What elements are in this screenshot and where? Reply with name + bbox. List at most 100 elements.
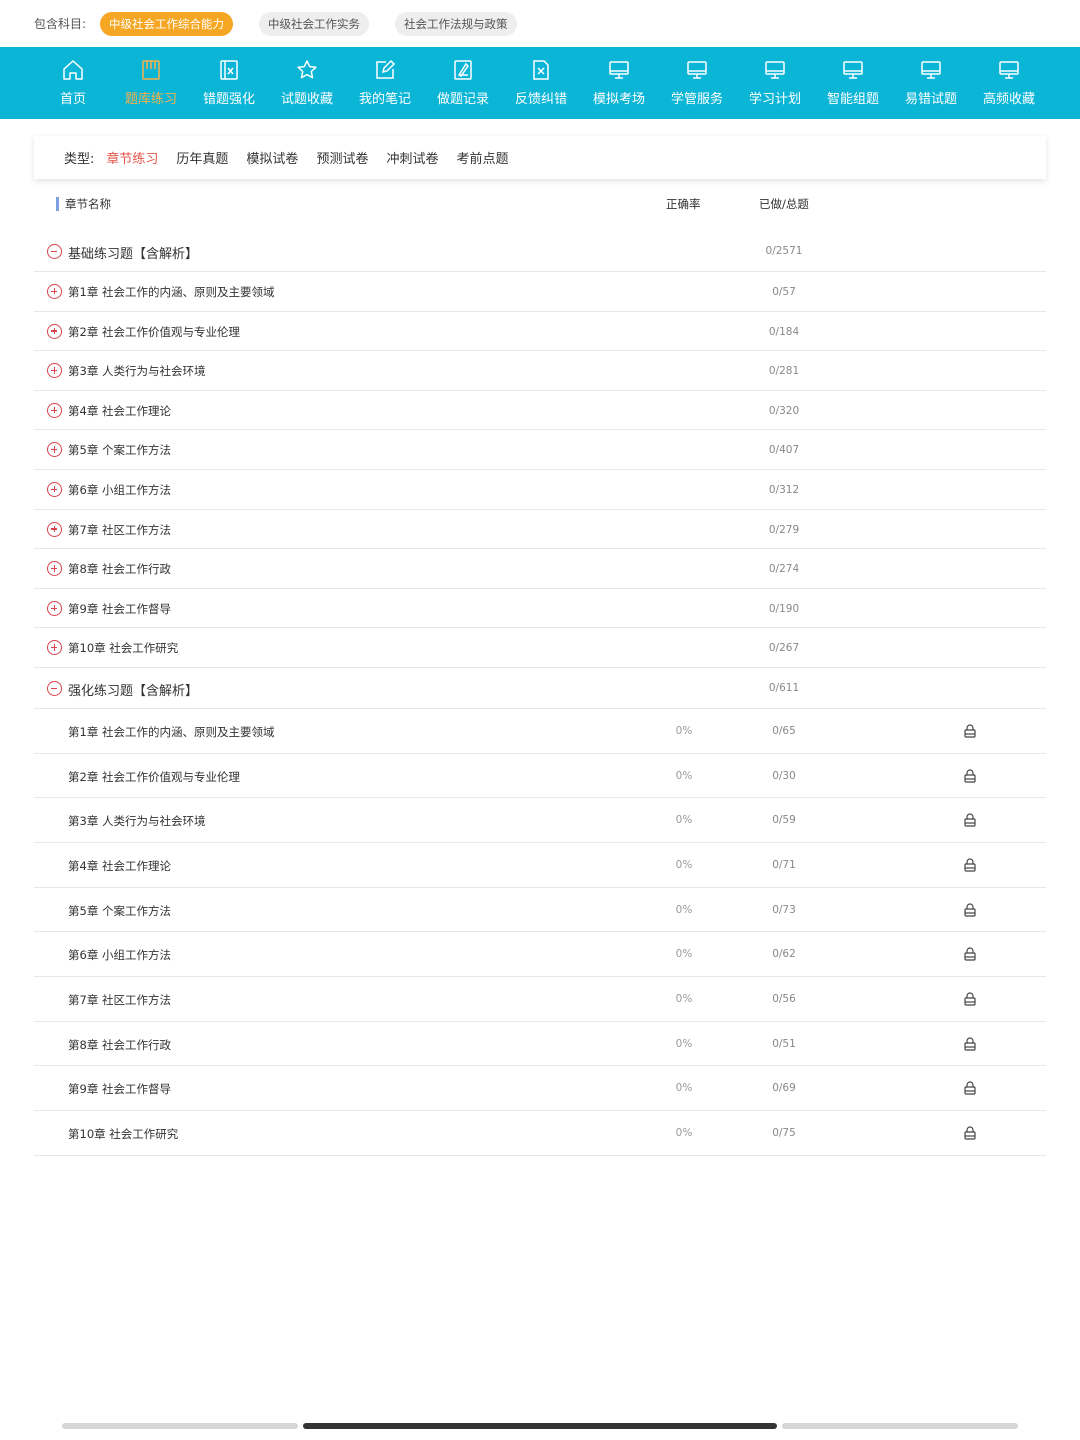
nav-item-smart-compose[interactable]: 智能组题 — [814, 47, 892, 119]
lock-icon[interactable] — [964, 903, 976, 917]
monitor-icon — [765, 61, 785, 79]
chapter-accuracy: 0% — [675, 903, 693, 916]
page-indicator-left[interactable] — [62, 1423, 298, 1429]
nav-label: 反馈纠错 — [514, 92, 567, 107]
chapter-row[interactable]: 第6章 小组工作方法 0/312 — [34, 470, 1046, 510]
sub-chapter-row[interactable]: 第7章 社区工作方法 0% 0/56 — [34, 977, 1046, 1022]
chapter-row[interactable]: 第10章 社会工作研究 0/267 — [34, 628, 1046, 668]
expand-icon[interactable] — [47, 363, 62, 379]
collapse-icon[interactable] — [47, 244, 62, 259]
lock-icon[interactable] — [964, 947, 976, 961]
chapter-count: 0/320 — [768, 404, 800, 417]
sub-chapter-row[interactable]: 第6章 小组工作方法 0% 0/62 — [34, 932, 1046, 978]
chapter-row[interactable]: 第3章 人类行为与社会环境 0/281 — [34, 351, 1046, 391]
page-indicator-current[interactable] — [303, 1423, 777, 1429]
nav-label: 智能组题 — [826, 92, 879, 107]
chapter-row[interactable]: 第7章 社区工作方法 0/279 — [34, 510, 1046, 550]
nav-item-student-service[interactable]: 学管服务 — [658, 47, 736, 119]
sub-chapter-row[interactable]: 第2章 社会工作价值观与专业伦理 0% 0/30 — [34, 754, 1046, 799]
lock-icon[interactable] — [964, 769, 976, 783]
chapter-accuracy: 0% — [675, 814, 693, 827]
nav-item-mock-exam[interactable]: 模拟考场 — [580, 47, 658, 119]
nav-item-question-bank[interactable]: 题库练习 — [112, 47, 190, 119]
lock-icon[interactable] — [964, 1081, 976, 1096]
col-chapter-name: 章节名称 — [65, 197, 111, 211]
chapter-title: 第4章 社会工作理论 — [68, 859, 171, 873]
nav-label: 错题强化 — [202, 92, 255, 107]
sub-chapter-row[interactable]: 第4章 社会工作理论 0% 0/71 — [34, 843, 1046, 888]
chapter-accuracy: 0% — [675, 948, 693, 961]
chapter-accuracy: 0% — [675, 724, 693, 737]
group-row-basic[interactable]: 基础练习题【含解析】 0/2571 — [34, 231, 1046, 272]
collapse-icon[interactable] — [47, 680, 62, 696]
chapter-row[interactable]: 第8章 社会工作行政 0/274 — [34, 549, 1046, 589]
subject-label: 包含科目: — [34, 17, 87, 31]
type-pre-exam-tips[interactable]: 考前点题 — [456, 148, 508, 167]
chapter-title: 第7章 社区工作方法 — [68, 993, 171, 1008]
expand-icon[interactable] — [47, 640, 62, 656]
nav-item-study-plan[interactable]: 学习计划 — [736, 47, 814, 119]
chapter-title: 第6章 小组工作方法 — [68, 948, 171, 963]
chapter-row[interactable]: 第4章 社会工作理论 0/320 — [34, 391, 1046, 431]
feedback-icon — [533, 60, 549, 80]
nav-item-records[interactable]: 做题记录 — [424, 47, 502, 119]
sub-chapter-row[interactable]: 第9章 社会工作督导 0% 0/69 — [34, 1066, 1046, 1112]
type-predicted-papers[interactable]: 预测试卷 — [316, 148, 368, 167]
lock-icon[interactable] — [964, 813, 976, 827]
group-title: 强化练习题【含解析】 — [68, 683, 199, 699]
sub-chapter-row[interactable]: 第1章 社会工作的内涵、原则及主要领域 0% 0/65 — [34, 709, 1046, 754]
expand-icon[interactable] — [47, 561, 62, 577]
nav-item-wrong-questions[interactable]: 错题强化 — [190, 47, 268, 119]
lock-icon[interactable] — [964, 858, 976, 872]
question-bank-icon — [142, 60, 160, 80]
nav-item-feedback[interactable]: 反馈纠错 — [502, 47, 580, 119]
subject-chip-2[interactable]: 社会工作法规与政策 — [395, 11, 517, 36]
type-mock-papers[interactable]: 模拟试卷 — [246, 148, 298, 167]
sub-chapter-row[interactable]: 第10章 社会工作研究 0% 0/75 — [34, 1111, 1046, 1156]
chapter-title: 第5章 个案工作方法 — [68, 903, 171, 918]
chapter-title: 第5章 个案工作方法 — [68, 443, 171, 458]
chapter-count: 0/184 — [768, 325, 800, 338]
header-accent-bar — [56, 197, 59, 211]
chapter-row[interactable]: 第5章 个案工作方法 0/407 — [34, 430, 1046, 470]
chapter-title: 第2章 社会工作价值观与专业伦理 — [68, 769, 240, 784]
type-chapter-practice[interactable]: 章节练习 — [106, 148, 158, 167]
chapter-count: 0/267 — [768, 642, 800, 655]
expand-icon[interactable] — [47, 442, 62, 458]
lock-icon[interactable] — [964, 992, 976, 1006]
nav-label: 模拟考场 — [592, 92, 645, 107]
subject-chip-0[interactable]: 中级社会工作综合能力 — [100, 11, 234, 36]
sub-chapter-row[interactable]: 第3章 人类行为与社会环境 0% 0/59 — [34, 798, 1046, 843]
monitor-icon — [609, 61, 629, 79]
nav-label: 高频收藏 — [982, 92, 1035, 107]
expand-icon[interactable] — [47, 402, 62, 418]
expand-icon[interactable] — [47, 481, 62, 497]
chapter-row[interactable]: 第1章 社会工作的内涵、原则及主要领域 0/57 — [34, 272, 1046, 312]
chapter-accuracy: 0% — [675, 993, 693, 1006]
sub-chapter-row[interactable]: 第5章 个案工作方法 0% 0/73 — [34, 888, 1046, 933]
page-indicator-right[interactable] — [782, 1423, 1018, 1429]
nav-item-notes[interactable]: 我的笔记 — [346, 47, 424, 119]
type-past-exams[interactable]: 历年真题 — [176, 148, 228, 167]
expand-icon[interactable] — [47, 284, 62, 299]
chapter-count: 0/407 — [768, 444, 800, 457]
nav-item-home[interactable]: 首页 — [34, 47, 112, 119]
expand-icon[interactable] — [47, 600, 62, 616]
subject-chip-1[interactable]: 中级社会工作实务 — [259, 11, 370, 36]
nav-label: 学管服务 — [670, 92, 723, 107]
expand-icon[interactable] — [47, 323, 62, 339]
nav-item-error-prone[interactable]: 易错试题 — [892, 47, 970, 119]
expand-icon[interactable] — [47, 521, 62, 537]
chapter-row[interactable]: 第2章 社会工作价值观与专业伦理 0/184 — [34, 312, 1046, 352]
lock-icon[interactable] — [964, 1037, 976, 1051]
chapter-row[interactable]: 第9章 社会工作督导 0/190 — [34, 589, 1046, 629]
type-sprint-papers[interactable]: 冲刺试卷 — [386, 148, 438, 167]
nav-item-favorites[interactable]: 试题收藏 — [268, 47, 346, 119]
lock-icon[interactable] — [964, 1126, 976, 1140]
lock-icon[interactable] — [964, 724, 976, 738]
nav-item-frequent-favorites[interactable]: 高频收藏 — [970, 47, 1048, 119]
chapter-title: 第7章 社区工作方法 — [68, 522, 171, 537]
sub-chapter-row[interactable]: 第8章 社会工作行政 0% 0/51 — [34, 1022, 1046, 1067]
chapter-title: 第10章 社会工作研究 — [68, 1127, 179, 1142]
group-row-advanced[interactable]: 强化练习题【含解析】 0/611 — [34, 668, 1046, 709]
